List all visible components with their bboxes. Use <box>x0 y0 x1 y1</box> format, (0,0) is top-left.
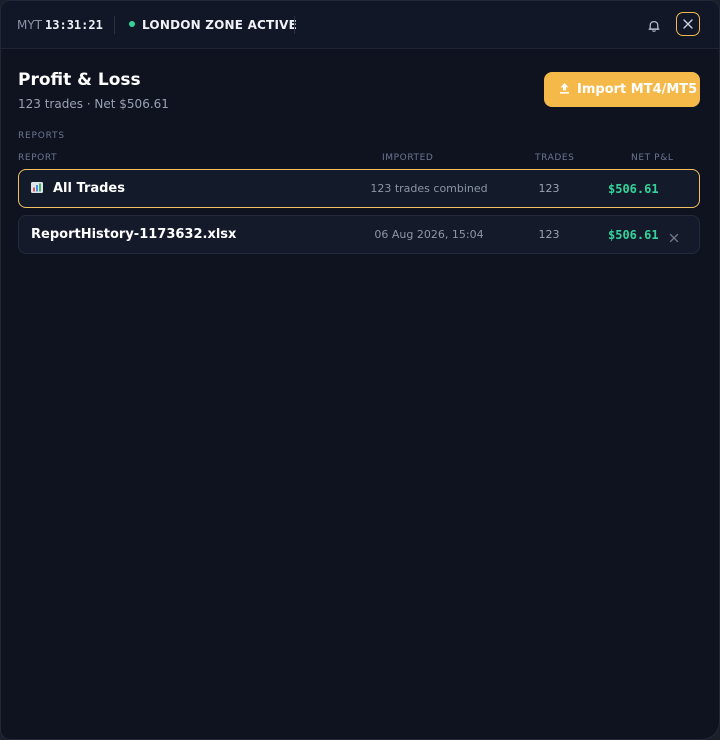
column-header-trades: TRADES <box>535 153 575 163</box>
report-name-label: All Trades <box>53 181 125 196</box>
close-button[interactable] <box>676 12 700 36</box>
pnl-window: MYT 13:31:21 LONDON ZONE ACTIVE Profit & … <box>0 0 720 740</box>
report-imported: 06 Aug 2026, 15:04 <box>374 228 484 241</box>
report-name: ReportHistory-1173632.xlsx <box>31 227 237 242</box>
top-bar: MYT 13:31:21 LONDON ZONE ACTIVE <box>1 1 719 49</box>
status-dot-icon <box>129 21 135 27</box>
report-imported: 123 trades combined <box>370 182 488 195</box>
close-icon <box>683 19 693 29</box>
report-net-pnl: $506.61 <box>608 182 659 196</box>
report-net-pnl: $506.61 <box>608 228 659 242</box>
report-name: All Trades <box>31 181 125 197</box>
pnl-summary: 123 trades · Net $506.61 <box>18 97 169 111</box>
column-header-imported: IMPORTED <box>382 153 434 163</box>
divider <box>114 16 115 34</box>
column-header-report: REPORT <box>18 153 58 163</box>
upload-icon <box>560 83 569 94</box>
market-zone-status: LONDON ZONE ACTIVE <box>129 18 297 32</box>
bar-chart-icon <box>31 182 43 193</box>
report-row-file[interactable]: ReportHistory-1173632.xlsx 06 Aug 2026, … <box>18 215 700 254</box>
timezone-label: MYT <box>17 18 43 32</box>
remove-icon <box>669 233 679 243</box>
divider <box>294 16 295 34</box>
import-button-label: Import MT4/MT5 <box>577 82 698 97</box>
column-header-net-pnl: NET P&L <box>631 153 674 163</box>
bell-icon[interactable] <box>647 18 661 32</box>
report-trades: 123 <box>538 182 560 195</box>
report-trades: 123 <box>538 228 560 241</box>
import-mt4-mt5-button[interactable]: Import MT4/MT5 <box>544 72 700 107</box>
page-title: Profit & Loss <box>18 70 141 90</box>
remove-report-button[interactable] <box>668 229 680 243</box>
clock-time: 13:31:21 <box>45 18 103 32</box>
zone-status-label: LONDON ZONE ACTIVE <box>142 18 297 32</box>
reports-section-label: REPORTS <box>18 131 65 141</box>
report-row-all-trades[interactable]: All Trades 123 trades combined 123 $506.… <box>18 169 700 208</box>
clock: MYT 13:31:21 <box>17 18 103 32</box>
